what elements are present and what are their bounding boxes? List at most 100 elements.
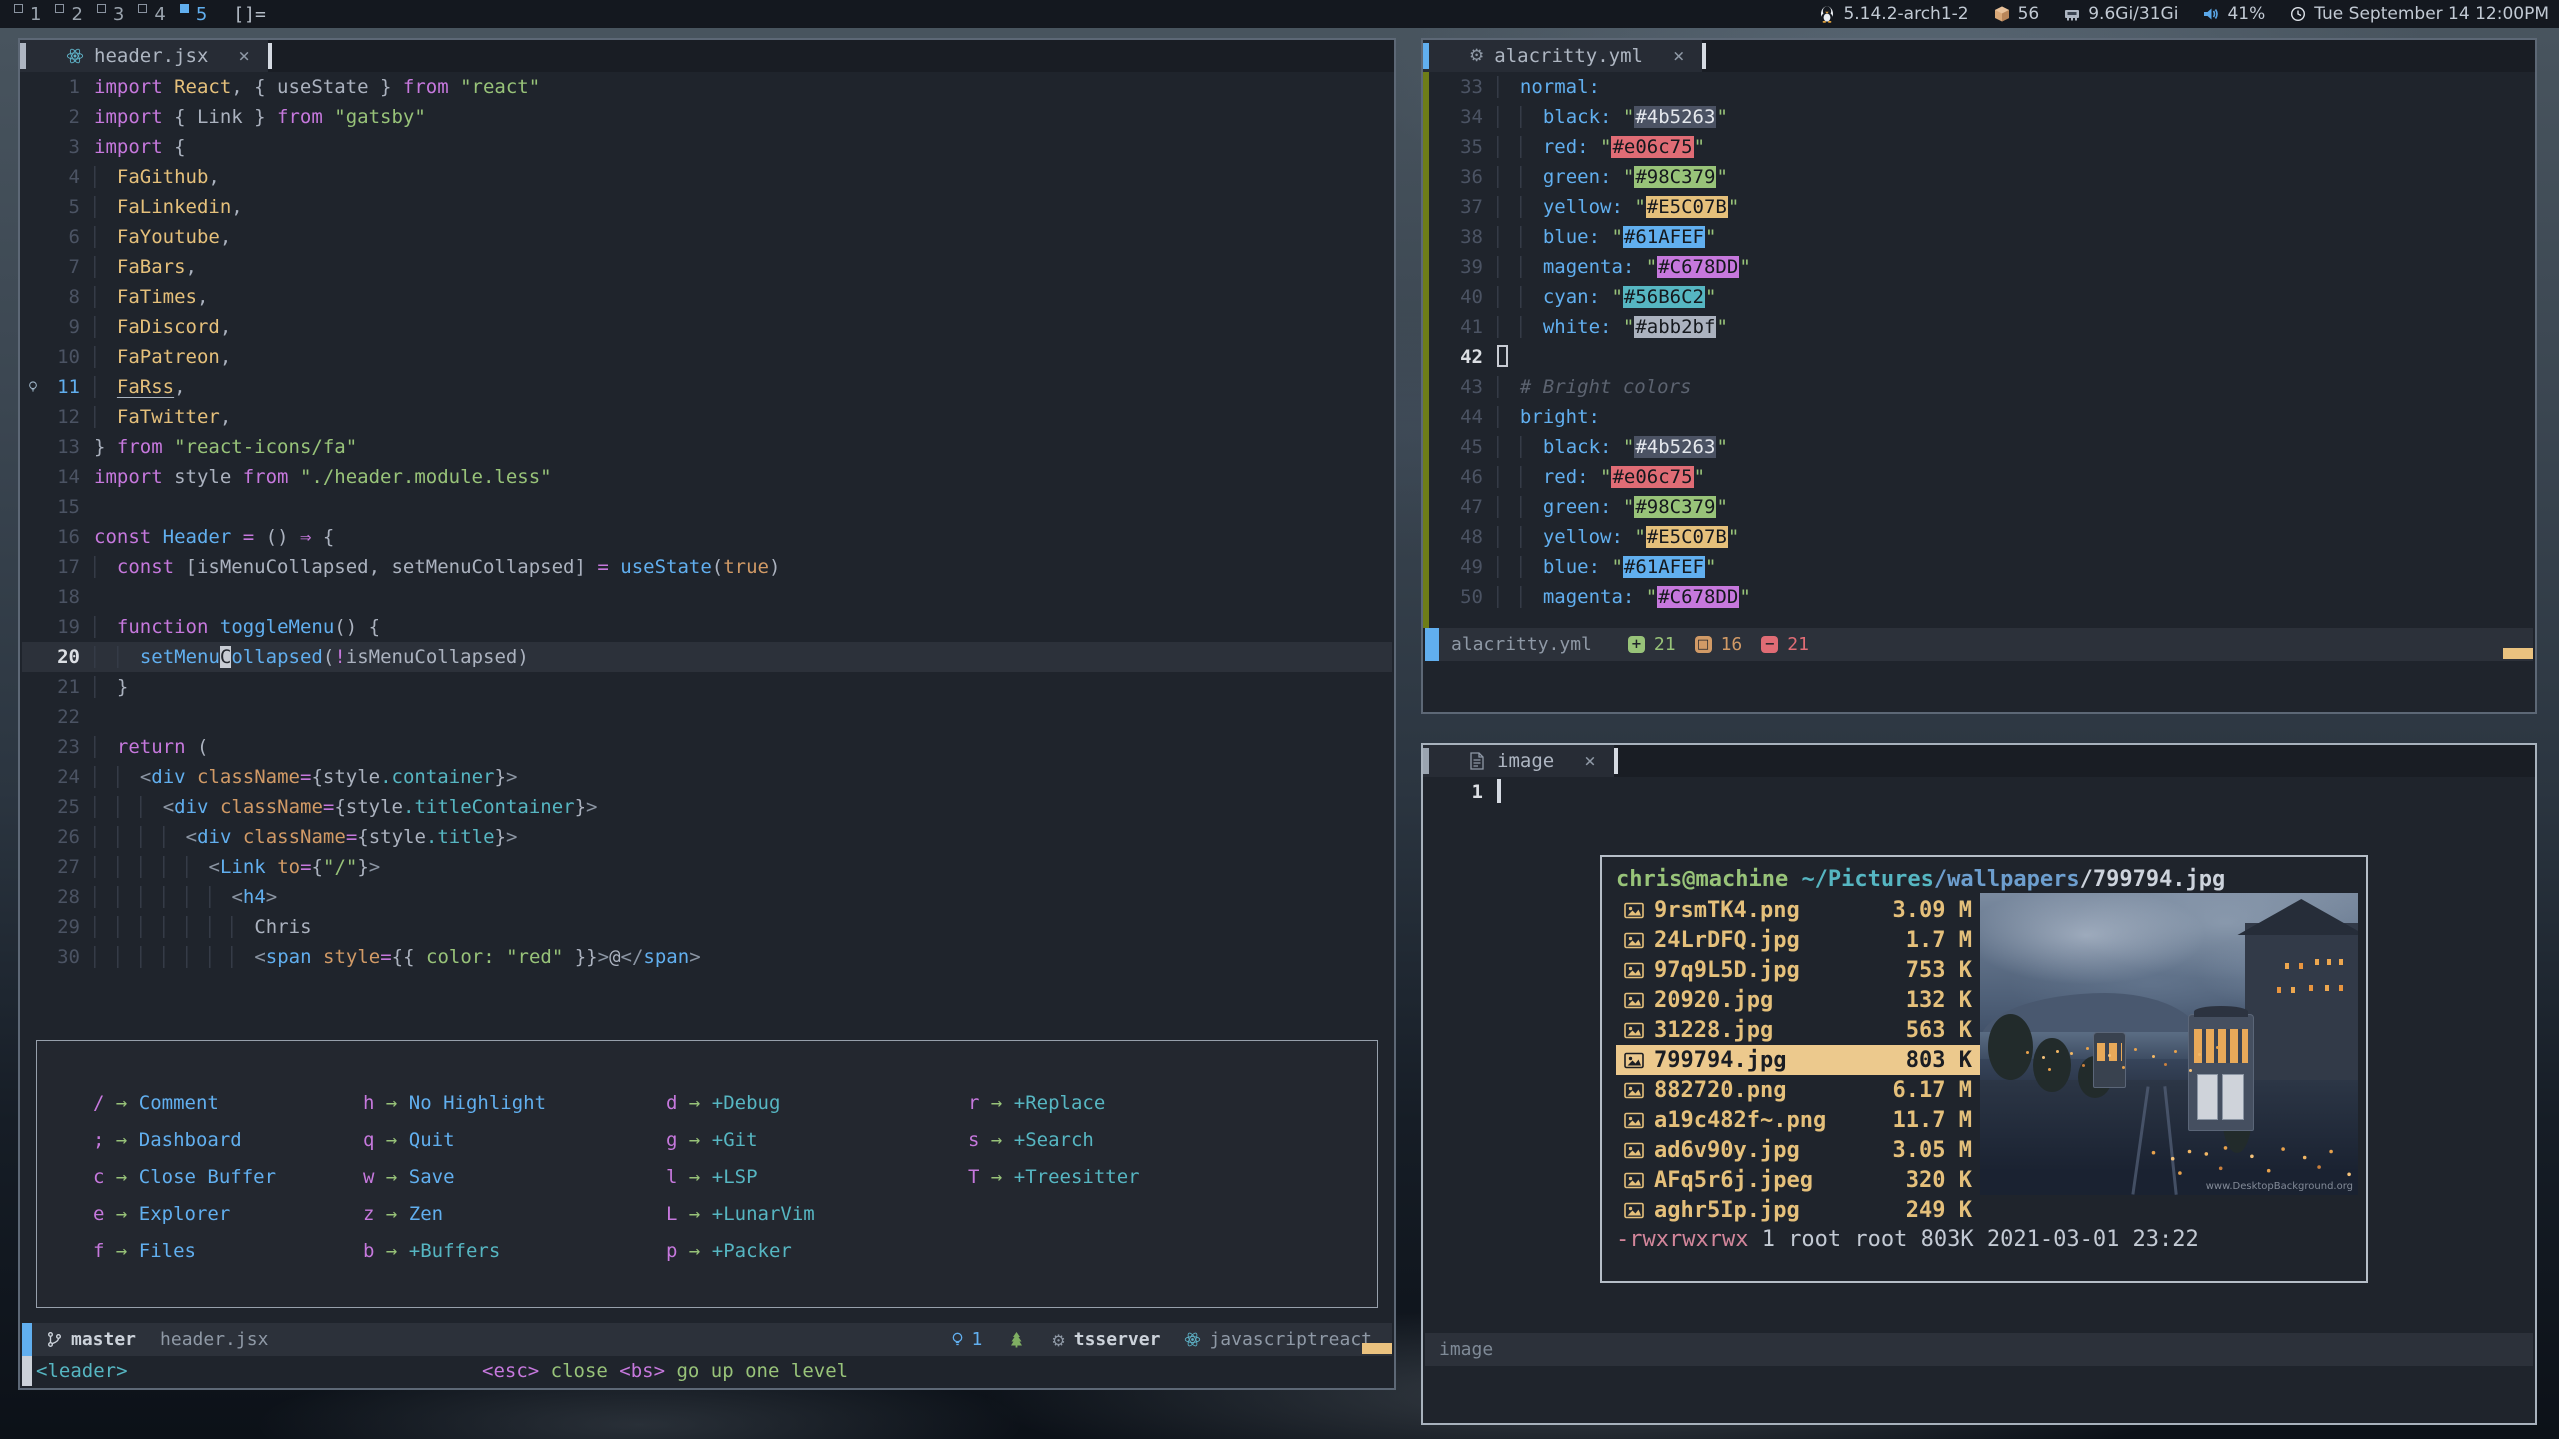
- scroll-indicator[interactable]: [1362, 1343, 1392, 1354]
- code-area[interactable]: 1import React, { useState } from "react"…: [22, 72, 1392, 972]
- layout-symbol[interactable]: []=: [233, 4, 266, 25]
- code-line-24[interactable]: 24 <div className={style.container}>: [22, 762, 1392, 792]
- code-line-29[interactable]: 29 Chris: [22, 912, 1392, 942]
- code-line-50[interactable]: 50 magenta: "#C678DD": [1425, 582, 2533, 612]
- code-line-15[interactable]: 15: [22, 492, 1392, 522]
- code-line-4[interactable]: 4 FaGithub,: [22, 162, 1392, 192]
- whichkey-item-/[interactable]: / → Comment: [93, 1085, 363, 1122]
- file-row-a19c482f~.png[interactable]: a19c482f~.png11.7 M: [1616, 1105, 1986, 1135]
- whichkey-item-w[interactable]: w → Save: [363, 1159, 666, 1196]
- close-icon[interactable]: ×: [1580, 750, 1599, 772]
- whichkey-item-f[interactable]: f → Files: [93, 1233, 363, 1270]
- code-line-12[interactable]: 12 FaTwitter,: [22, 402, 1392, 432]
- file-row-882720.png[interactable]: 882720.png6.17 M: [1616, 1075, 1986, 1105]
- code-line-13[interactable]: 13} from "react-icons/fa": [22, 432, 1392, 462]
- whichkey-item-e[interactable]: e → Explorer: [93, 1196, 363, 1233]
- code-line-37[interactable]: 37 yellow: "#E5C07B": [1425, 192, 2533, 222]
- whichkey-item-q[interactable]: q → Quit: [363, 1122, 666, 1159]
- scroll-indicator[interactable]: [2503, 648, 2533, 659]
- code-line-28[interactable]: 28 <h4>: [22, 882, 1392, 912]
- workspace-2[interactable]: 2: [55, 4, 82, 25]
- file-row-AFq5r6j.jpeg[interactable]: AFq5r6j.jpeg320 K: [1616, 1165, 1986, 1195]
- code-area[interactable]: 1: [1425, 777, 2533, 807]
- close-icon[interactable]: ×: [234, 45, 253, 67]
- code-line-20[interactable]: 20 setMenuCollapsed(!isMenuCollapsed): [22, 642, 1392, 672]
- command-line[interactable]: <leader> <esc> close <bs> go up one leve…: [22, 1356, 1392, 1386]
- code-line-48[interactable]: 48 yellow: "#E5C07B": [1425, 522, 2533, 552]
- code-line-23[interactable]: 23 return (: [22, 732, 1392, 762]
- git-branch[interactable]: master: [71, 1329, 136, 1350]
- whichkey-item-d[interactable]: d → +Debug: [666, 1085, 968, 1122]
- whichkey-item-p[interactable]: p → +Packer: [666, 1233, 968, 1270]
- code-line-46[interactable]: 46 red: "#e06c75": [1425, 462, 2533, 492]
- whichkey-item-h[interactable]: h → No Highlight: [363, 1085, 666, 1122]
- code-line-6[interactable]: 6 FaYoutube,: [22, 222, 1392, 252]
- code-line-47[interactable]: 47 green: "#98C379": [1425, 492, 2533, 522]
- whichkey-item-s[interactable]: s → +Search: [968, 1122, 1248, 1159]
- code-line-3[interactable]: 3import {: [22, 132, 1392, 162]
- code-line-11[interactable]: 11 FaRss,: [22, 372, 1392, 402]
- workspace-4[interactable]: 4: [138, 4, 165, 25]
- code-line-7[interactable]: 7 FaBars,: [22, 252, 1392, 282]
- code-line-1[interactable]: 1: [1425, 777, 2533, 807]
- whichkey-item-L[interactable]: L → +LunarVim: [666, 1196, 968, 1233]
- code-line-18[interactable]: 18: [22, 582, 1392, 612]
- code-line-30[interactable]: 30 <span style={{ color: "red" }}>@</spa…: [22, 942, 1392, 972]
- code-line-38[interactable]: 38 blue: "#61AFEF": [1425, 222, 2533, 252]
- code-line-22[interactable]: 22: [22, 702, 1392, 732]
- code-line-2[interactable]: 2import { Link } from "gatsby": [22, 102, 1392, 132]
- file-row-ad6v90y.jpg[interactable]: ad6v90y.jpg3.05 M: [1616, 1135, 1986, 1165]
- file-row-24LrDFQ.jpg[interactable]: 24LrDFQ.jpg1.7 M: [1616, 925, 1986, 955]
- file-row-799794.jpg[interactable]: 799794.jpg803 K: [1616, 1045, 1986, 1075]
- whichkey-item-l[interactable]: l → +LSP: [666, 1159, 968, 1196]
- workspace-1[interactable]: 1: [14, 4, 41, 25]
- code-line-27[interactable]: 27 <Link to={"/"}>: [22, 852, 1392, 882]
- git-removed-count: 21: [1787, 634, 1809, 655]
- whichkey-item-r[interactable]: r → +Replace: [968, 1085, 1248, 1122]
- workspace-5[interactable]: 5: [180, 4, 207, 25]
- code-line-34[interactable]: 34 black: "#4b5263": [1425, 102, 2533, 132]
- code-line-35[interactable]: 35 red: "#e06c75": [1425, 132, 2533, 162]
- whichkey-item-z[interactable]: z → Zen: [363, 1196, 666, 1233]
- code-line-41[interactable]: 41 white: "#abb2bf": [1425, 312, 2533, 342]
- whichkey-item-c[interactable]: c → Close Buffer: [93, 1159, 363, 1196]
- file-row-97q9L5D.jpg[interactable]: 97q9L5D.jpg753 K: [1616, 955, 1986, 985]
- line-number: 34: [1447, 102, 1483, 132]
- code-line-49[interactable]: 49 blue: "#61AFEF": [1425, 552, 2533, 582]
- file-row-20920.jpg[interactable]: 20920.jpg132 K: [1616, 985, 1986, 1015]
- code-line-5[interactable]: 5 FaLinkedin,: [22, 192, 1392, 222]
- whichkey-item-T[interactable]: T → +Treesitter: [968, 1159, 1248, 1196]
- whichkey-item-b[interactable]: b → +Buffers: [363, 1233, 666, 1270]
- whichkey-item-g[interactable]: g → +Git: [666, 1122, 968, 1159]
- code-line-19[interactable]: 19 function toggleMenu() {: [22, 612, 1392, 642]
- code-area[interactable]: 33 normal:34 black: "#4b5263"35 red: "#e…: [1425, 72, 2533, 612]
- code-line-21[interactable]: 21 }: [22, 672, 1392, 702]
- code-line-33[interactable]: 33 normal:: [1425, 72, 2533, 102]
- code-line-26[interactable]: 26 <div className={style.title}>: [22, 822, 1392, 852]
- file-row-aghr5Ip.jpg[interactable]: aghr5Ip.jpg249 K: [1616, 1195, 1986, 1225]
- file-row-31228.jpg[interactable]: 31228.jpg563 K: [1616, 1015, 1986, 1045]
- code-line-10[interactable]: 10 FaPatreon,: [22, 342, 1392, 372]
- whichkey-item-;[interactable]: ; → Dashboard: [93, 1122, 363, 1159]
- code-line-14[interactable]: 14import style from "./header.module.les…: [22, 462, 1392, 492]
- code-line-9[interactable]: 9 FaDiscord,: [22, 312, 1392, 342]
- code-line-36[interactable]: 36 green: "#98C379": [1425, 162, 2533, 192]
- code-line-39[interactable]: 39 magenta: "#C678DD": [1425, 252, 2533, 282]
- code-line-16[interactable]: 16const Header = () ⇒ {: [22, 522, 1392, 552]
- tab-alacritty[interactable]: ⚙ alacritty.yml ×: [1423, 40, 1702, 72]
- code-line-8[interactable]: 8 FaTimes,: [22, 282, 1392, 312]
- close-icon[interactable]: ×: [1669, 45, 1688, 67]
- code-line-17[interactable]: 17 const [isMenuCollapsed, setMenuCollap…: [22, 552, 1392, 582]
- code-line-40[interactable]: 40 cyan: "#56B6C2": [1425, 282, 2533, 312]
- file-row-9rsmTK4.png[interactable]: 9rsmTK4.png3.09 M: [1616, 895, 1986, 925]
- diagnostic-count[interactable]: 1: [972, 1329, 983, 1350]
- workspace-3[interactable]: 3: [97, 4, 124, 25]
- code-line-1[interactable]: 1import React, { useState } from "react": [22, 72, 1392, 102]
- code-line-42[interactable]: 42: [1425, 342, 2533, 372]
- code-line-43[interactable]: 43 # Bright colors: [1425, 372, 2533, 402]
- tab-headerjsx[interactable]: header.jsx ×: [20, 40, 268, 72]
- code-line-44[interactable]: 44 bright:: [1425, 402, 2533, 432]
- code-line-25[interactable]: 25 <div className={style.titleContainer}…: [22, 792, 1392, 822]
- code-line-45[interactable]: 45 black: "#4b5263": [1425, 432, 2533, 462]
- tab-image[interactable]: image ×: [1423, 745, 1614, 777]
